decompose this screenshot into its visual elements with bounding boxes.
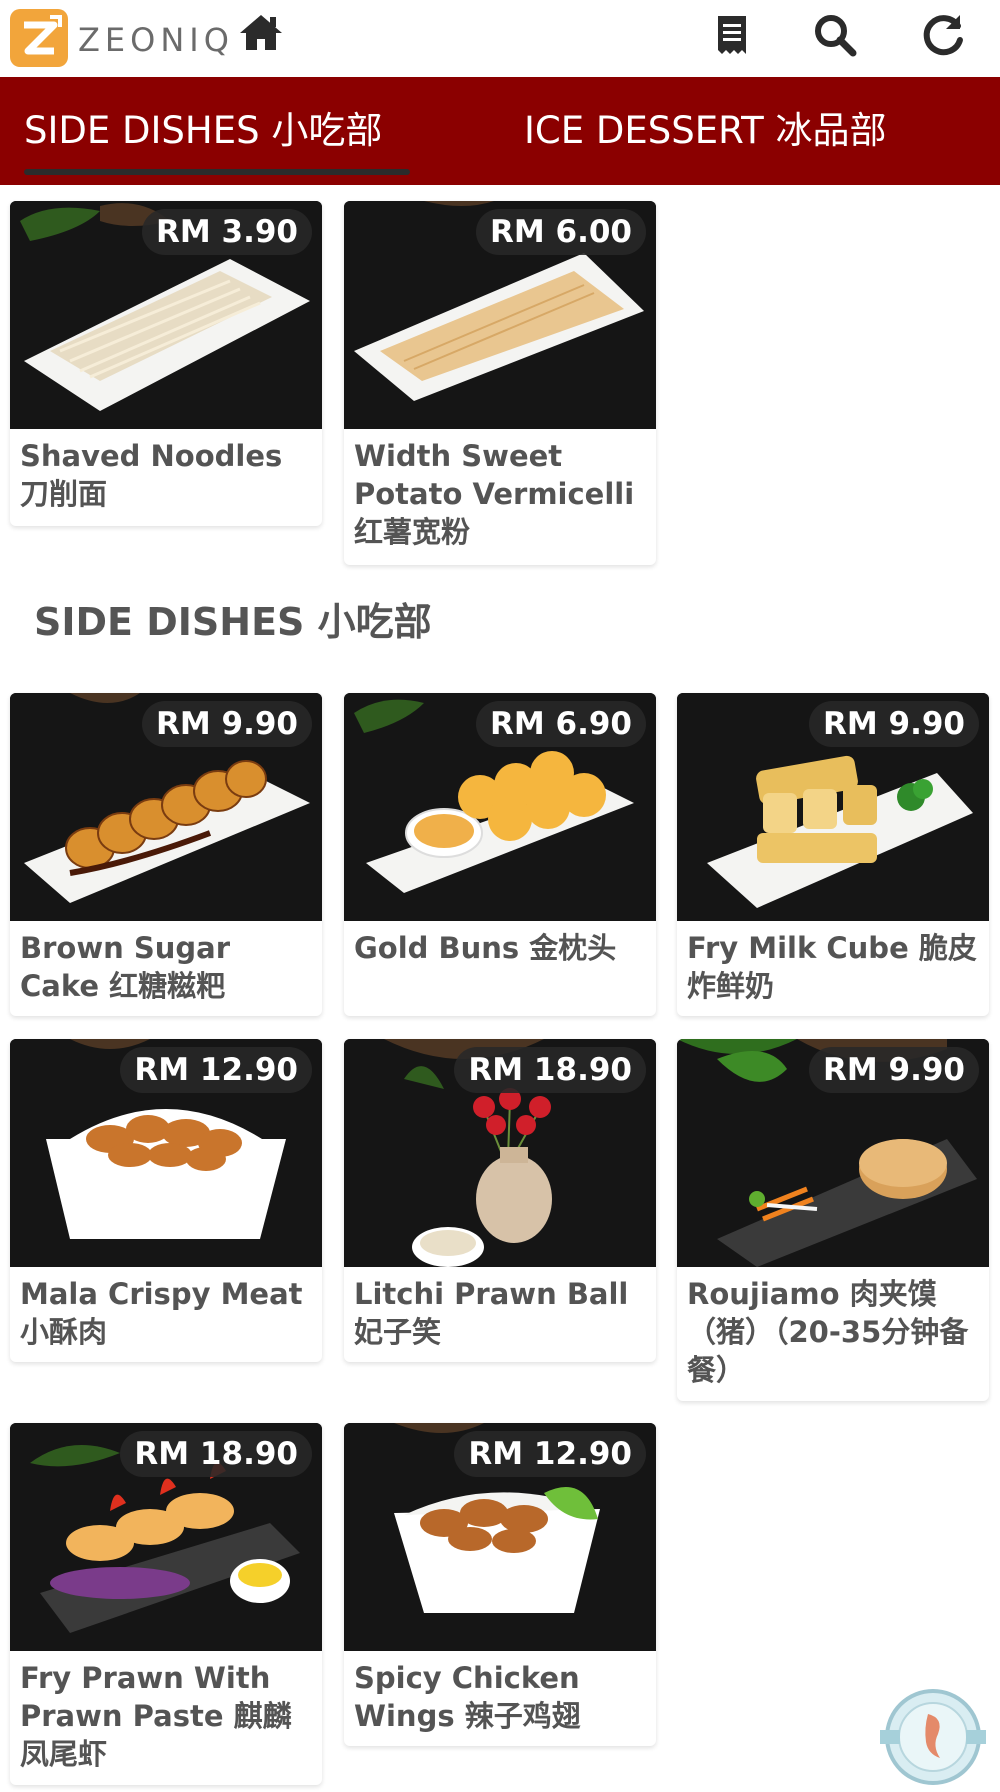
- receipt-icon[interactable]: [712, 12, 752, 58]
- item-name: Gold Buns 金枕头: [354, 931, 617, 965]
- section-title: SIDE DISHES 小吃部: [34, 600, 432, 644]
- item-name: Mala Crispy Meat 小酥肉: [20, 1277, 303, 1349]
- price-badge: RM 12.90: [454, 1431, 646, 1477]
- menu-item-card[interactable]: RM 18.90 Litchi Prawn Ball 妃子笑: [344, 1039, 656, 1362]
- menu-item-card[interactable]: RM 6.90 Gold Buns 金枕头: [344, 693, 656, 1016]
- refresh-icon[interactable]: [920, 12, 966, 58]
- menu-item-card[interactable]: RM 12.90 Spicy Chicken Wings 辣子鸡翅: [344, 1423, 656, 1746]
- menu-item-card[interactable]: RM 12.90 Mala Crispy Meat 小酥肉: [10, 1039, 322, 1362]
- menu-item-card[interactable]: RM 9.90 Roujiamo 肉夹馍（猪）（20-35分钟备餐）: [677, 1039, 989, 1401]
- item-name: Shaved Noodles 刀削面: [20, 439, 283, 511]
- price-badge: RM 12.90: [120, 1047, 312, 1093]
- top-bar: ZEONIQ: [0, 0, 1000, 77]
- menu-item-card[interactable]: RM 18.90 Fry Prawn With Prawn Paste 麒麟凤尾…: [10, 1423, 322, 1785]
- item-name: Litchi Prawn Ball 妃子笑: [354, 1277, 629, 1349]
- price-badge: RM 9.90: [809, 1047, 979, 1093]
- menu-item-card[interactable]: RM 6.00 Width Sweet Potato Vermicelli 红薯…: [344, 201, 656, 565]
- home-icon[interactable]: [238, 12, 284, 52]
- logo-text[interactable]: ZEONIQ: [78, 20, 234, 60]
- active-tab-indicator: [24, 169, 410, 175]
- price-badge: RM 18.90: [120, 1431, 312, 1477]
- item-name: Fry Milk Cube 脆皮炸鲜奶: [687, 931, 977, 1003]
- explore-miri-watermark-icon: [880, 1689, 986, 1785]
- price-badge: RM 6.00: [476, 209, 646, 255]
- price-badge: RM 9.90: [142, 701, 312, 747]
- item-name: Spicy Chicken Wings 辣子鸡翅: [354, 1661, 581, 1733]
- category-tabs: SIDE DISHES 小吃部 ICE DESSERT 冰品部: [0, 77, 1000, 185]
- item-name: Brown Sugar Cake 红糖糍粑: [20, 931, 231, 1003]
- menu-item-card[interactable]: RM 9.90 Brown Sugar Cake 红糖糍粑: [10, 693, 322, 1016]
- price-badge: RM 3.90: [142, 209, 312, 255]
- price-badge: RM 18.90: [454, 1047, 646, 1093]
- item-name: Fry Prawn With Prawn Paste 麒麟凤尾虾: [20, 1661, 292, 1771]
- search-icon[interactable]: [812, 12, 858, 58]
- item-name: Roujiamo 肉夹馍（猪）（20-35分钟备餐）: [687, 1277, 969, 1387]
- zeoniq-logo-icon[interactable]: [10, 9, 68, 67]
- menu-item-card[interactable]: RM 3.90 Shaved Noodles 刀削面: [10, 201, 322, 526]
- price-badge: RM 6.90: [476, 701, 646, 747]
- price-badge: RM 9.90: [809, 701, 979, 747]
- tab-ice-dessert[interactable]: ICE DESSERT 冰品部: [524, 77, 886, 185]
- menu-item-card[interactable]: RM 9.90 Fry Milk Cube 脆皮炸鲜奶: [677, 693, 989, 1016]
- item-name: Width Sweet Potato Vermicelli 红薯宽粉: [354, 439, 635, 549]
